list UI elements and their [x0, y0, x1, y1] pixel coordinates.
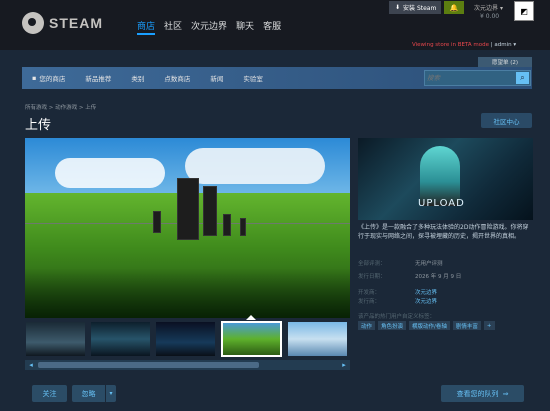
wallet-balance: ¥ 0.00 [480, 13, 500, 20]
thumbnail[interactable] [287, 321, 348, 357]
scrollbar-thumb[interactable] [38, 362, 259, 368]
chevron-down-icon: ▾ [499, 5, 503, 12]
store-nav-label: 类别 [131, 75, 145, 83]
cloud [185, 148, 325, 184]
store-nav-label: 点数商店 [164, 75, 191, 83]
meta-value-developer[interactable]: 次元边界 [415, 288, 437, 296]
monolith [240, 218, 246, 236]
header-capsule-image: UPLOAD [358, 138, 533, 220]
notifications-button[interactable]: 🔔 [444, 1, 464, 14]
selected-thumbnail-indicator [246, 315, 256, 320]
meta-value-publisher[interactable]: 次元边界 [415, 297, 437, 305]
store-nav-your-store[interactable]: ▪ 您的商店 [22, 67, 75, 89]
tag-list: 动作 角色扮演 横版动作/卷轴 剧情丰富 + [358, 321, 495, 330]
main-nav: 商店 社区 次元边界 聊天 客服 [137, 19, 281, 35]
nav-chat[interactable]: 聊天 [236, 19, 254, 35]
store-nav-label: 您的商店 [39, 75, 66, 83]
nav-store[interactable]: 商店 [137, 19, 156, 35]
steam-logo[interactable]: STEAM [22, 12, 103, 34]
scroll-left-icon[interactable]: ◂ [25, 360, 37, 370]
avatar[interactable]: ◩ [514, 1, 534, 21]
monolith [223, 214, 231, 236]
wishlist-button[interactable]: 愿望单 (2) [478, 57, 532, 67]
tags-label: 该产品的热门用户自定义标签： [358, 314, 436, 320]
search-icon[interactable]: ⌕ [516, 72, 529, 84]
store-nav-new[interactable]: 新品推荐 [75, 67, 121, 89]
thumbnail[interactable] [25, 321, 86, 357]
meta-label: 全部评测： [358, 261, 386, 267]
nav-community[interactable]: 社区 [164, 19, 182, 35]
meta-value-reviews: 无用户评测 [415, 261, 443, 267]
account-name: 次元边界 [474, 5, 499, 12]
monolith [153, 211, 161, 233]
store-nav-points-shop[interactable]: 点数商店 [154, 67, 200, 89]
meta-label: 开发商： [358, 290, 381, 296]
install-steam-button[interactable]: ⬇ 安装 Steam [389, 1, 441, 14]
monolith [203, 186, 217, 236]
meta-value-release-date: 2026 年 9 月 9 日 [415, 274, 462, 280]
shadow-overlay [25, 268, 350, 318]
ignore-button[interactable]: 忽略 [72, 385, 105, 402]
store-nav-news[interactable]: 新闻 [200, 67, 233, 89]
store-nav-labs[interactable]: 实验室 [233, 67, 273, 89]
tag[interactable]: 动作 [358, 321, 376, 330]
store-nav-categories[interactable]: 类别 [121, 67, 154, 89]
store-nav-label: 新品推荐 [85, 75, 112, 83]
thumbnail[interactable] [90, 321, 151, 357]
beta-mode-text: Viewing store in BETA mode [412, 42, 490, 48]
store-nav-label: 新闻 [210, 75, 224, 83]
chevron-down-icon[interactable]: ▾ [105, 385, 116, 402]
store-nav-label: 实验室 [243, 75, 263, 83]
nav-support[interactable]: 客服 [263, 19, 281, 35]
store-icon: ▪ [32, 74, 37, 82]
game-description: 《上传》是一款融合了多种玩法体验的2D动作冒险游戏。你将穿行于现实与网络之间，探… [358, 224, 529, 240]
tag[interactable]: 横版动作/卷轴 [409, 321, 450, 330]
follow-button[interactable]: 关注 [32, 385, 67, 402]
view-queue-label: 查看您的队列 [456, 389, 499, 398]
meta-label: 发行日期： [358, 274, 386, 280]
tag[interactable]: 角色扮演 [378, 321, 407, 330]
community-hub-button[interactable]: 社区中心 [481, 113, 532, 128]
thumbnail[interactable] [155, 321, 216, 357]
search-input[interactable] [427, 72, 515, 84]
beta-mode-notice: Viewing store in BETA mode | admin ▾ [412, 42, 516, 48]
nav-profile[interactable]: 次元边界 [191, 19, 227, 35]
steam-logo-text: STEAM [49, 15, 103, 31]
character-art [420, 146, 460, 206]
steam-logo-icon [22, 12, 44, 34]
queue-arrow-icon: ⇒ [502, 389, 509, 398]
breadcrumb[interactable]: 所有游戏 > 动作游戏 > 上传 [25, 103, 96, 111]
add-tag-button[interactable]: + [483, 321, 495, 330]
page-title: 上传 [25, 118, 52, 133]
meta-label: 发行商： [358, 299, 381, 305]
admin-label[interactable]: admin [494, 42, 511, 48]
bell-icon: 🔔 [449, 3, 459, 12]
cloud [55, 158, 165, 188]
account-menu[interactable]: 次元边界 ▾ [474, 3, 503, 12]
capsule-logo-text: UPLOAD [418, 198, 465, 209]
main-screenshot[interactable] [25, 138, 350, 318]
install-steam-label: 安装 Steam [403, 5, 437, 12]
thumbnail-strip [25, 319, 350, 359]
scroll-right-icon[interactable]: ▸ [338, 360, 350, 370]
search-box: ⌕ [424, 70, 531, 86]
view-queue-button[interactable]: 查看您的队列 ⇒ [441, 385, 524, 402]
chevron-down-icon: ▾ [513, 42, 517, 48]
download-icon: ⬇ [395, 4, 401, 11]
tag[interactable]: 剧情丰富 [452, 321, 481, 330]
thumbnail-selected[interactable] [221, 321, 282, 357]
monolith [177, 178, 199, 240]
